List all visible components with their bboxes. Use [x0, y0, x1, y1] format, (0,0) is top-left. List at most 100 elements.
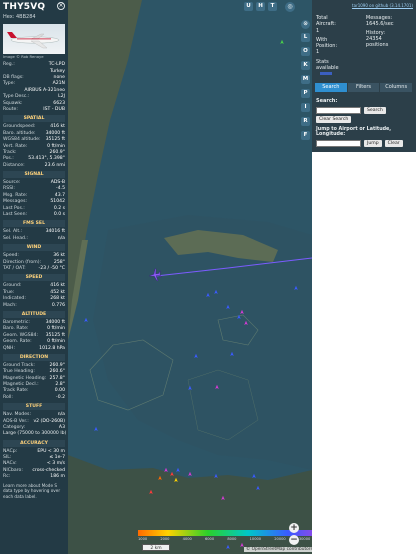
field-label: Mach: — [3, 302, 17, 308]
field-label: Roll: — [3, 394, 13, 400]
map-view[interactable]: U H T ◎ 1000 2000 4000 6000 8000 10000 20000 30… — [68, 0, 312, 554]
search-section: Search: Search Clear Search Jump to Airp… — [312, 92, 416, 148]
wind-row-tat-oat: TAT / OAT: -23 / -50 °C — [3, 266, 65, 272]
field-value: -23 / -50 °C — [38, 266, 65, 271]
stats-summary: Total Aircraft: 1 With Position: 1 Stats… — [312, 8, 416, 77]
section-direction: DIRECTION — [3, 353, 65, 361]
map-button-h[interactable]: H — [256, 2, 265, 11]
total-aircraft: Total Aircraft: 1 — [316, 15, 336, 34]
scale-bar: 2 km — [142, 544, 170, 551]
field-value: 186 m — [50, 474, 65, 480]
field-value: 23.6 nmi — [44, 162, 65, 168]
field-label: Reg.: — [3, 62, 15, 68]
section-signal: SIGNAL — [3, 171, 65, 179]
altitude-legend-label: 10000 — [249, 537, 262, 541]
speed-row-mach: Mach: 0.776 — [3, 303, 65, 309]
field-value: 0.776 — [51, 302, 65, 308]
map-button-u[interactable]: U — [244, 2, 253, 11]
map-button-r[interactable]: R — [301, 117, 310, 126]
fms-row-sel-head: Sel. Head.: n/a — [3, 236, 65, 242]
map-button-k[interactable]: K — [301, 61, 310, 70]
messages-rate: Messages: 1645.6/sec — [365, 15, 394, 28]
field-value: 1012.8 hPa — [39, 345, 65, 351]
close-icon[interactable]: × — [57, 2, 65, 10]
field-label: Rc: — [3, 474, 11, 480]
mode-s-footnote: Learn more about Mode S data type by hov… — [3, 482, 61, 499]
history-count: History: 24354 positions — [365, 29, 389, 49]
version-link[interactable]: tar1090 on github (3.14.1701) — [312, 0, 416, 8]
aircraft-info-panel: THY5VQ Hex: 4BB284 × Image © Rob Renaye … — [0, 0, 68, 554]
zoom-out-button[interactable]: − — [289, 535, 299, 545]
field-label: QNH: — [3, 345, 16, 351]
altitude-legend-label: 30000 — [298, 537, 311, 541]
center-position-icon[interactable]: ⊙ — [301, 20, 310, 29]
stats-available[interactable]: Stats available — [316, 59, 339, 71]
aircraft-marker[interactable] — [84, 317, 88, 322]
altitude-legend-labels: 1000200040006000800010000200003000040000… — [138, 537, 312, 541]
aircraft-marker[interactable] — [280, 39, 284, 44]
panel-tabs: Search Filters Columns — [315, 83, 414, 93]
tab-filters[interactable]: Filters — [347, 83, 381, 93]
clear-search-button[interactable]: Clear Search — [316, 115, 352, 123]
search-button[interactable]: Search — [364, 106, 386, 114]
map-button-f[interactable]: F — [301, 131, 310, 140]
map-canvas[interactable] — [68, 0, 312, 554]
layers-icon[interactable]: ◎ — [285, 2, 295, 12]
altitude-legend-label: 1000 — [138, 537, 148, 541]
clear-jump-button[interactable]: Clear — [384, 140, 403, 148]
map-button-o[interactable]: O — [301, 47, 310, 56]
field-value: IST - DUB — [43, 106, 65, 112]
with-position: With Position: 1 — [316, 36, 338, 56]
section-speed: SPEED — [3, 274, 65, 282]
aircraft-marker[interactable] — [188, 471, 192, 476]
airplane-photo-icon — [7, 31, 60, 48]
aircraft-hex: Hex: 4BB284 — [3, 14, 36, 21]
selected-aircraft-icon[interactable] — [148, 268, 162, 282]
tab-search[interactable]: Search — [315, 83, 348, 93]
field-label: TAT / OAT: — [3, 266, 26, 271]
field-label: Distance: — [3, 162, 25, 168]
photo-credit: Image © Rob Renaye — [3, 53, 44, 59]
section-spatial: SPATIAL — [3, 115, 65, 123]
map-button-l[interactable]: L — [301, 33, 310, 42]
tab-columns[interactable]: Columns — [380, 83, 414, 93]
map-button-t[interactable]: T — [268, 2, 277, 11]
aircraft-photo[interactable] — [3, 23, 65, 54]
jump-label: Jump to Airport or Latitude, Longitude: — [316, 126, 392, 138]
zoom-in-button[interactable]: + — [289, 523, 299, 533]
stats-badge — [320, 72, 332, 75]
altitude-color-legend — [138, 530, 312, 536]
spatial-row-distance: Distance: 23.6 nmi — [3, 163, 65, 169]
field-value: 0.0 s — [53, 212, 65, 218]
aircraft-marker[interactable] — [164, 467, 168, 472]
direction-row-roll: Roll: -0.2 — [3, 395, 65, 401]
app-root: THY5VQ Hex: 4BB284 × Image © Rob Renaye … — [0, 0, 416, 554]
jump-input[interactable] — [316, 140, 361, 148]
aircraft-list-panel: tar1090 on github (3.14.1701) Total Airc… — [312, 0, 416, 554]
aircraft-marker[interactable] — [94, 426, 98, 431]
aircraft-marker[interactable] — [252, 473, 256, 478]
field-label: Last Seen: — [3, 212, 28, 218]
field-label: Type: — [3, 81, 16, 87]
aircraft-header: THY5VQ Hex: 4BB284 × — [0, 0, 68, 21]
panel-empty-area — [312, 152, 416, 554]
category-description: Large (75000 to 300000 lb) — [3, 431, 67, 437]
search-label: Search: — [316, 98, 338, 105]
aircraft-details: Reg.: TC-LPD Turkey DB flags: none Type: A21N A… — [0, 60, 68, 480]
altitude-legend-label: 20000 — [274, 537, 286, 541]
altitude-legend-label: 2000 — [160, 537, 170, 541]
map-button-p[interactable]: P — [301, 89, 310, 98]
map-button-i[interactable]: I — [301, 103, 310, 112]
section-stuff: STUFF — [3, 403, 65, 411]
signal-row-last-seen: Last Seen: 0.0 s — [3, 212, 65, 218]
search-input[interactable] — [316, 106, 361, 114]
jump-button[interactable]: Jump — [364, 140, 382, 148]
altitude-legend-label: 4000 — [182, 537, 192, 541]
aircraft-marker[interactable] — [176, 467, 180, 472]
section-accuracy: ACCURACY — [3, 439, 65, 447]
altitude-legend-label: 8000 — [227, 537, 237, 541]
map-button-m[interactable]: M — [301, 75, 310, 84]
map-attribution[interactable]: © OpenStreetMap contributors. — [244, 547, 317, 552]
field-value: n/a — [57, 235, 65, 241]
section-fms-sel: FMS SEL — [3, 220, 65, 228]
